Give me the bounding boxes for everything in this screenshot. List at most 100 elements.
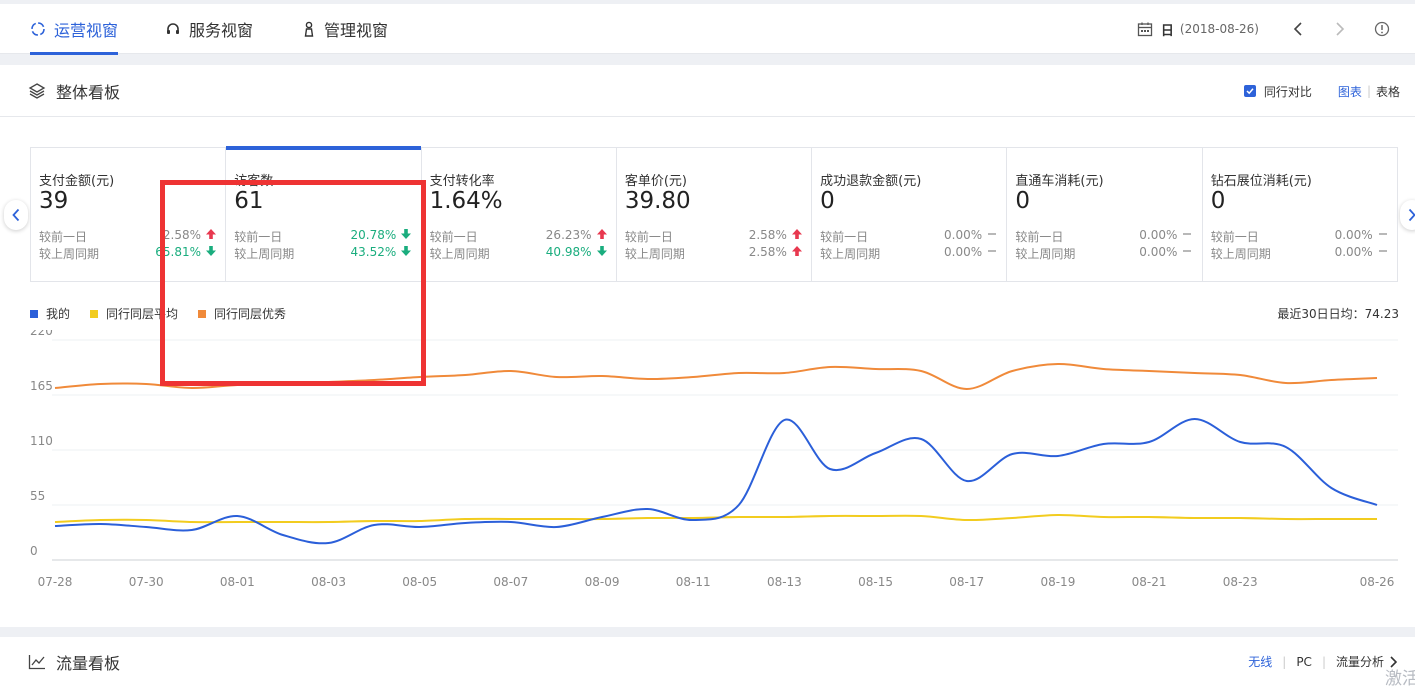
- compare-day-label: 较前一日: [1015, 230, 1064, 244]
- compare-week-label: 较上周同期: [820, 247, 881, 261]
- metric-card[interactable]: 访客数 61 较前一日 20.78% 较上周同期 43.52%: [226, 146, 422, 281]
- legend-swatch: [90, 309, 99, 318]
- dash-icon: [1377, 228, 1389, 240]
- compare-day-pct: 2.58%: [162, 228, 201, 242]
- legend-item[interactable]: 我的: [30, 305, 70, 322]
- traffic-panel-controls: 无线 | PC | 流量分析: [1248, 637, 1397, 686]
- metric-card[interactable]: 支付金额(元) 39 较前一日 2.58% 较上周同期 65.81%: [31, 148, 227, 281]
- metric-card[interactable]: 客单价(元) 39.80 较前一日 2.58% 较上周同期 2.58%: [617, 148, 813, 281]
- legend-label: 同行同层优秀: [214, 307, 287, 321]
- tab-operations[interactable]: 运营视窗: [30, 4, 118, 54]
- x-tick-label: 08-01: [220, 575, 255, 589]
- chevron-right-icon: [1408, 208, 1415, 222]
- compare-checkbox[interactable]: [1243, 85, 1256, 97]
- scroll-left-button[interactable]: [4, 200, 28, 230]
- compare-day-label: 较前一日: [234, 230, 283, 244]
- panel-title: 整体看板: [28, 65, 120, 117]
- arrow-up-icon: [205, 228, 217, 240]
- x-tick-label: 08-23: [1223, 575, 1258, 589]
- compare-week-row: 较上周同期 2.58%: [625, 245, 805, 262]
- compare-day-row: 较前一日 2.58%: [39, 228, 219, 245]
- compare-week-pct: 0.00%: [1139, 245, 1178, 259]
- pc-toggle[interactable]: PC: [1296, 655, 1312, 669]
- compare-week-pct: 0.00%: [1334, 245, 1373, 259]
- tab-service[interactable]: 服务视窗: [165, 4, 253, 54]
- legend-item[interactable]: 同行同层优秀: [198, 305, 286, 322]
- compare-week-row: 较上周同期 43.52%: [234, 245, 414, 262]
- person-icon: [302, 21, 316, 37]
- traffic-panel-title-text: 流量看板: [56, 653, 121, 673]
- view-chart-toggle[interactable]: 图表: [1338, 83, 1362, 100]
- compare-week-label: 较上周同期: [1210, 247, 1271, 261]
- x-tick-label: 08-03: [311, 575, 346, 589]
- compare-day-pct: 26.23%: [545, 228, 592, 242]
- compare-week-label: 较上周同期: [429, 247, 490, 261]
- view-table-toggle[interactable]: 表格: [1376, 83, 1400, 100]
- compare-week-row: 较上周同期 0.00%: [1015, 245, 1195, 262]
- traffic-panel-title: 流量看板: [28, 637, 120, 686]
- compare-day-row: 较前一日 0.00%: [1015, 228, 1195, 245]
- compare-week-pct: 65.81%: [155, 245, 201, 259]
- compare-day-pct: 20.78%: [350, 228, 397, 242]
- panel-controls: 同行对比 图表 | 表格: [1243, 65, 1400, 117]
- next-date-button[interactable]: [1329, 18, 1351, 40]
- x-tick-label: 08-17: [949, 575, 984, 589]
- legend-label: 我的: [46, 307, 71, 321]
- metric-cards: 支付金额(元) 39 较前一日 2.58% 较上周同期 65.81% 访客数 61 …: [30, 146, 1398, 282]
- compare-week-row: 较上周同期 40.98%: [430, 245, 610, 262]
- arrow-up-icon: [596, 228, 608, 240]
- legend-item[interactable]: 同行同层平均: [90, 305, 178, 322]
- metric-value: 1.64%: [429, 188, 503, 214]
- info-icon[interactable]: [1371, 18, 1393, 40]
- metric-value: 39.80: [624, 188, 691, 214]
- avg-30-days: 最近30日日均：74.23: [1277, 307, 1399, 321]
- legend-swatch: [198, 309, 207, 318]
- metric-card[interactable]: 支付转化率 1.64% 较前一日 26.23% 较上周同期 40.98%: [422, 148, 617, 281]
- wireless-toggle[interactable]: 无线: [1248, 653, 1272, 670]
- arrow-down-icon: [400, 228, 412, 240]
- compare-day-label: 较前一日: [39, 230, 88, 244]
- trend-chart: 0 55 110 165 220 07-28 07-30 08-01 08-03 08-05 08-…: [30, 330, 1398, 589]
- date-granularity[interactable]: 日: [1161, 20, 1174, 39]
- metric-card[interactable]: 直通车消耗(元) 0 较前一日 0.00% 较上周同期 0.00%: [1007, 148, 1203, 281]
- traffic-analysis-link[interactable]: 流量分析: [1336, 653, 1384, 670]
- compare-week-row: 较上周同期 65.81%: [39, 245, 219, 262]
- x-tick-label: 07-28: [38, 575, 73, 589]
- top-nav-bar: 运营视窗 服务视窗 管理视窗 日 (2018-08-26): [0, 4, 1415, 55]
- compare-week-pct: 40.98%: [545, 245, 592, 259]
- y-tick-label: 220: [30, 330, 53, 338]
- x-tick-label: 08-26: [1360, 575, 1395, 589]
- tab-label: 运营视窗: [54, 21, 119, 40]
- tab-management[interactable]: 管理视窗: [302, 4, 388, 54]
- compare-day-pct: 0.00%: [944, 228, 983, 242]
- dash-icon: [1181, 228, 1193, 240]
- dash-icon: [986, 245, 998, 257]
- x-tick-label: 08-21: [1132, 575, 1167, 589]
- compare-day-row: 较前一日 0.00%: [1211, 228, 1391, 245]
- scroll-right-button[interactable]: [1400, 200, 1415, 230]
- x-tick-label: 08-19: [1040, 575, 1075, 589]
- compare-label[interactable]: 同行对比: [1264, 83, 1312, 100]
- metric-name: 支付金额(元): [39, 174, 115, 189]
- calendar-icon[interactable]: [1137, 21, 1153, 37]
- compare-day-row: 较前一日 26.23%: [430, 228, 610, 245]
- metric-card[interactable]: 钻石展位消耗(元) 0 较前一日 0.00% 较上周同期 0.00%: [1203, 148, 1397, 281]
- arrow-down-icon: [400, 245, 412, 257]
- compare-day-label: 较前一日: [624, 230, 673, 244]
- arrow-up-icon: [791, 228, 803, 240]
- compare-day-label: 较前一日: [820, 230, 869, 244]
- dash-icon: [1181, 245, 1193, 257]
- metric-card[interactable]: 成功退款金额(元) 0 较前一日 0.00% 较上周同期 0.00%: [812, 148, 1008, 281]
- y-tick-label: 110: [30, 434, 53, 448]
- arrow-up-icon: [791, 245, 803, 257]
- metric-value: 0: [820, 188, 835, 214]
- compare-day-row: 较前一日 0.00%: [820, 228, 1000, 245]
- metric-value: 61: [234, 188, 264, 214]
- compare-week-row: 较上周同期 0.00%: [1211, 245, 1391, 262]
- chart-legend: 我的 同行同层平均 同行同层优秀: [30, 305, 306, 322]
- x-tick-label: 08-15: [858, 575, 893, 589]
- x-tick-label: 08-07: [493, 575, 528, 589]
- date-value: (2018-08-26): [1179, 22, 1259, 36]
- compare-week-label: 较上周同期: [624, 247, 685, 261]
- prev-date-button[interactable]: [1287, 18, 1309, 40]
